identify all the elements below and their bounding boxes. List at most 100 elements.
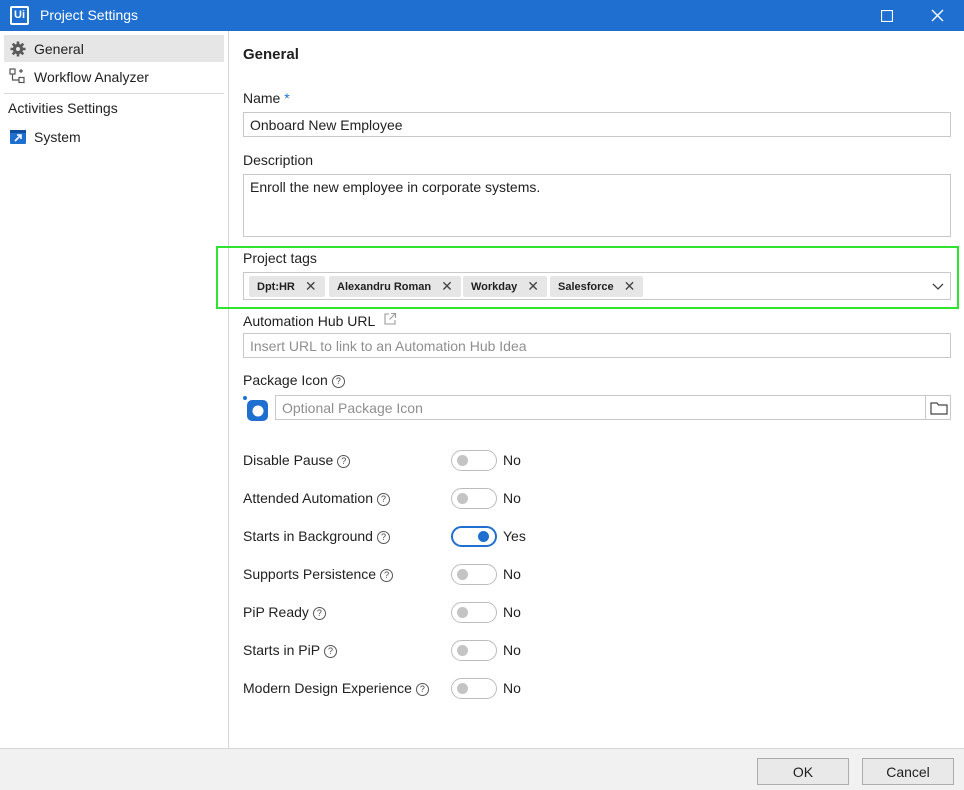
toggle-label-text: Supports Persistence <box>243 566 377 582</box>
help-icon[interactable]: ? <box>312 606 326 620</box>
toggle-label: Starts in PiP? <box>243 642 338 658</box>
toggle-label-text: Attended Automation <box>243 490 373 506</box>
name-label: Name * <box>243 90 290 106</box>
sidebar-item-label: Workflow Analyzer <box>34 68 149 85</box>
starts-in-pip-toggle[interactable] <box>451 640 497 661</box>
tag-chip: Alexandru Roman ✕ <box>329 276 461 297</box>
toggle-row-modern-design-experience: Modern Design Experience? No <box>243 677 943 701</box>
required-marker: * <box>284 90 290 106</box>
toggle-row-pip-ready: PiP Ready? No <box>243 601 943 625</box>
toggle-knob <box>457 683 468 694</box>
toggle-knob <box>457 645 468 656</box>
tag-chip: Dpt:HR ✕ <box>249 276 325 297</box>
toggle-value: No <box>503 604 521 620</box>
package-default-icon <box>243 396 268 421</box>
help-icon[interactable]: ? <box>324 644 338 658</box>
title-bar: Ui Project Settings <box>0 0 964 31</box>
help-icon[interactable]: ? <box>337 454 351 468</box>
window-title: Project Settings <box>40 7 139 23</box>
tag-chip: Workday ✕ <box>463 276 547 297</box>
close-icon <box>931 9 943 22</box>
supports-persistence-toggle[interactable] <box>451 564 497 585</box>
toggle-knob <box>478 531 489 542</box>
help-icon[interactable]: ? <box>376 530 390 544</box>
toggle-label: Attended Automation? <box>243 490 390 506</box>
project-tags-input[interactable]: Dpt:HR ✕ Alexandru Roman ✕ Workday ✕ Salesf… <box>243 272 951 300</box>
automation-hub-url-input[interactable]: Insert URL to link to an Automation Hub … <box>243 333 951 358</box>
sidebar: General Workflow Analyzer Activities Set… <box>0 31 229 748</box>
ok-button[interactable]: OK <box>757 758 849 785</box>
folder-icon <box>929 401 948 415</box>
toggle-label: Modern Design Experience? <box>243 680 429 696</box>
toggle-row-supports-persistence: Supports Persistence? No <box>243 563 943 587</box>
package-icon-label-text: Package Icon <box>243 372 328 388</box>
tag-label: Dpt:HR <box>257 280 295 293</box>
toggle-value: Yes <box>503 528 526 544</box>
toggle-knob <box>457 607 468 618</box>
automation-hub-url-label: Automation Hub URL <box>243 313 376 329</box>
remove-tag-icon[interactable]: ✕ <box>305 278 317 295</box>
toggle-knob <box>457 493 468 504</box>
package-icon-placeholder: Optional Package Icon <box>282 400 423 416</box>
help-icon[interactable]: ? <box>380 568 394 582</box>
name-label-text: Name <box>243 90 281 106</box>
toggle-knob <box>457 455 468 466</box>
toggle-row-starts-in-background: Starts in Background? Yes <box>243 525 943 549</box>
cancel-button[interactable]: Cancel <box>862 758 954 785</box>
sidebar-item-label: Activities Settings <box>8 99 118 116</box>
general-settings-panel: General Name * Onboard New Employee Desc… <box>216 31 964 748</box>
attended-automation-toggle[interactable] <box>451 488 497 509</box>
maximize-icon <box>881 9 893 22</box>
gear-icon <box>8 39 28 59</box>
toggle-row-disable-pause: Disable Pause? No <box>243 449 943 473</box>
toggle-row-attended-automation: Attended Automation? No <box>243 487 943 511</box>
browse-folder-button[interactable] <box>925 395 951 420</box>
dialog-footer: OK Cancel <box>0 748 964 790</box>
sidebar-item-system[interactable]: System <box>4 123 224 150</box>
toggle-label: Starts in Background? <box>243 528 390 544</box>
remove-tag-icon[interactable]: ✕ <box>441 278 453 295</box>
close-button[interactable] <box>914 0 960 31</box>
toggle-label-text: Disable Pause <box>243 452 334 468</box>
toggle-label: Disable Pause? <box>243 452 351 468</box>
disable-pause-toggle[interactable] <box>451 450 497 471</box>
toggle-label-text: PiP Ready <box>243 604 309 620</box>
toggle-label-text: Starts in Background <box>243 528 373 544</box>
tag-label: Salesforce <box>558 280 614 293</box>
chevron-down-icon[interactable] <box>930 278 946 294</box>
sidebar-item-label: System <box>34 128 81 145</box>
toggle-label-text: Modern Design Experience <box>243 680 412 696</box>
toggle-row-starts-in-pip: Starts in PiP? No <box>243 639 943 663</box>
toggle-label-text: Starts in PiP <box>243 642 321 658</box>
sidebar-item-activities-settings[interactable]: Activities Settings <box>4 94 224 121</box>
help-icon[interactable]: ? <box>331 374 345 388</box>
toggle-value: No <box>503 566 521 582</box>
remove-tag-icon[interactable]: ✕ <box>527 278 539 295</box>
name-field[interactable]: Onboard New Employee <box>243 112 951 137</box>
sidebar-item-label: General <box>34 40 84 57</box>
external-link-icon[interactable] <box>383 312 397 326</box>
sidebar-item-workflow-analyzer[interactable]: Workflow Analyzer <box>4 63 224 90</box>
workflow-analyzer-icon <box>8 67 28 87</box>
toggle-value: No <box>503 642 521 658</box>
sidebar-item-general[interactable]: General <box>4 35 224 62</box>
system-icon <box>8 127 28 147</box>
toggle-value: No <box>503 452 521 468</box>
toggle-label: PiP Ready? <box>243 604 326 620</box>
help-icon[interactable]: ? <box>377 492 390 506</box>
package-icon-label: Package Icon? <box>243 372 345 388</box>
remove-tag-icon[interactable]: ✕ <box>624 278 636 295</box>
description-field[interactable]: Enroll the new employee in corporate sys… <box>243 174 951 237</box>
tag-label: Alexandru Roman <box>337 280 432 293</box>
modern-design-experience-toggle[interactable] <box>451 678 497 699</box>
help-icon[interactable]: ? <box>415 682 429 696</box>
description-label: Description <box>243 152 314 168</box>
starts-in-background-toggle[interactable] <box>451 526 497 547</box>
package-icon-input[interactable]: Optional Package Icon <box>275 395 951 420</box>
maximize-button[interactable] <box>864 0 910 31</box>
tag-chip: Salesforce ✕ <box>550 276 644 297</box>
pip-ready-toggle[interactable] <box>451 602 497 623</box>
toggle-value: No <box>503 680 521 696</box>
page-title: General <box>243 46 299 63</box>
tag-label: Workday <box>471 280 518 293</box>
